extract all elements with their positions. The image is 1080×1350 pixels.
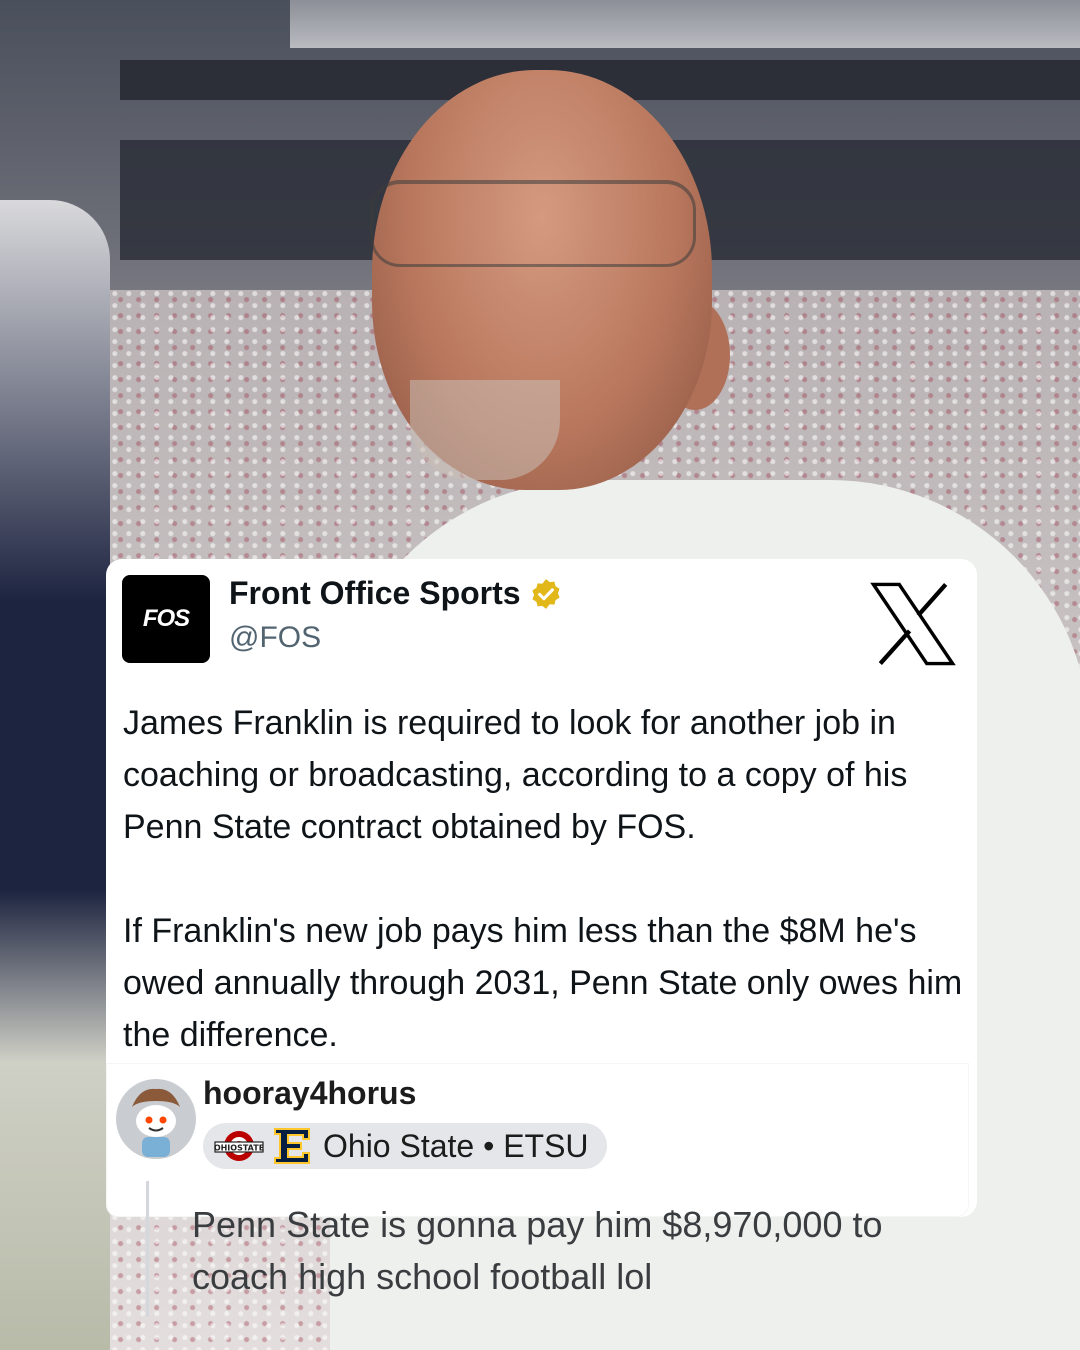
etsu-logo-icon xyxy=(274,1128,310,1164)
coach-beard xyxy=(410,380,560,480)
snoo-avatar-icon[interactable] xyxy=(114,1077,198,1161)
stadium-roof xyxy=(290,0,1080,48)
verified-badge-icon xyxy=(531,578,560,609)
tweet-paragraph-1: James Franklin is required to look for a… xyxy=(123,704,908,846)
display-name[interactable]: Front Office Sports xyxy=(229,575,521,612)
coach-glasses xyxy=(370,180,696,267)
comment-thread-line[interactable] xyxy=(146,1181,149,1317)
comment-username[interactable]: hooray4horus xyxy=(203,1075,416,1112)
handle[interactable]: @FOS xyxy=(229,621,321,655)
avatar-text: FOS xyxy=(142,605,190,632)
name-row: Front Office Sports xyxy=(229,575,563,612)
flair-text: Ohio State • ETSU xyxy=(323,1127,589,1164)
user-flair: OHIOSTATE Ohio State • ETSU xyxy=(203,1123,607,1169)
tweet-body: James Franklin is required to look for a… xyxy=(123,697,963,1061)
tweet-paragraph-2: If Franklin's new job pays him less than… xyxy=(123,912,963,1054)
reddit-comment: hooray4horus OHIOSTATE Ohio State • ETSU… xyxy=(106,1063,969,1317)
player-silhouette xyxy=(0,200,110,1350)
svg-text:OHIOSTATE: OHIOSTATE xyxy=(214,1144,264,1153)
ohio-state-logo-icon: OHIOSTATE xyxy=(214,1131,264,1161)
x-logo-icon[interactable] xyxy=(870,581,956,667)
fos-avatar[interactable]: FOS xyxy=(122,575,210,663)
comment-body: Penn State is gonna pay him $8,970,000 t… xyxy=(192,1204,883,1297)
